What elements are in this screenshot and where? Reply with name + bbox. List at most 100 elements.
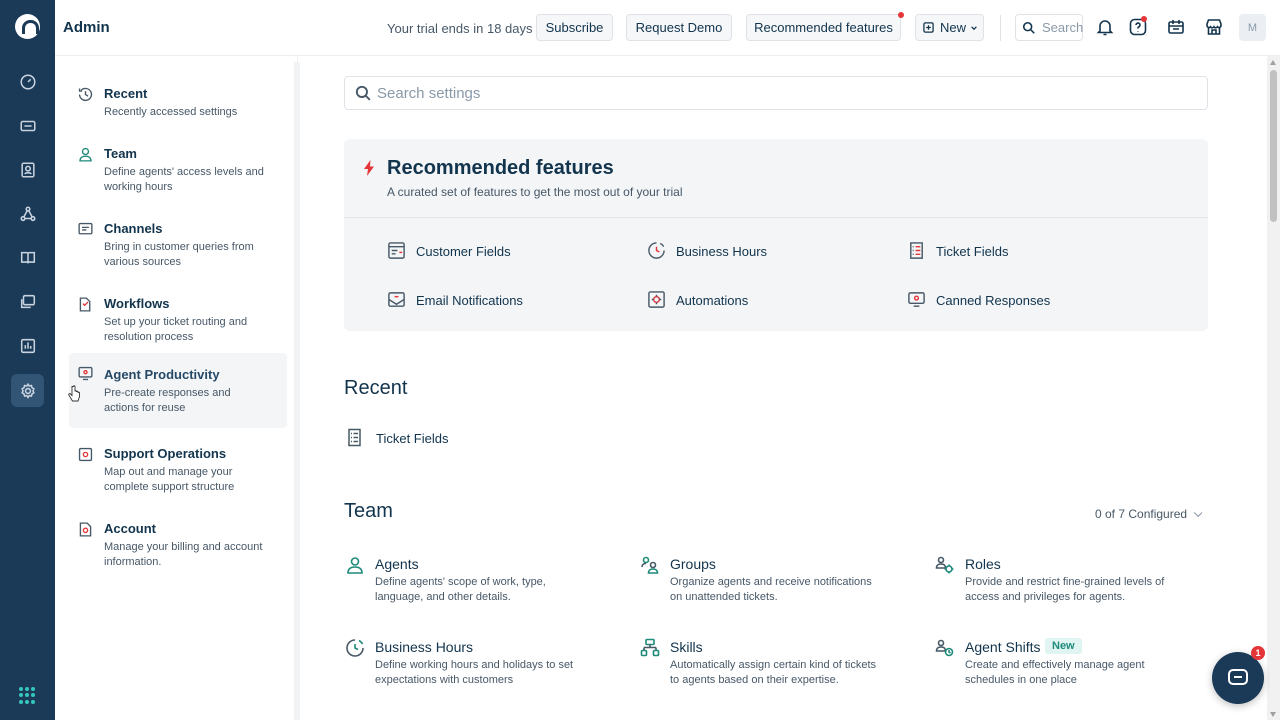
user-icon bbox=[79, 147, 92, 162]
team-item-title: Roles bbox=[965, 556, 1001, 572]
settings-nav-item-agent-productivity[interactable]: Agent Productivity Pre-create responses … bbox=[69, 353, 287, 428]
card-divider bbox=[344, 217, 1208, 218]
clock-icon bbox=[78, 87, 93, 102]
settings-nav-item-account[interactable]: Account Manage your billing and account … bbox=[69, 513, 287, 587]
settings-nav-desc: Set up your ticket routing and resolutio… bbox=[104, 316, 248, 343]
skills-icon bbox=[640, 638, 660, 657]
team-item-title: Business Hours bbox=[375, 639, 474, 655]
settings-nav-title: Team bbox=[104, 146, 137, 161]
contacts-icon[interactable] bbox=[11, 153, 44, 186]
link-label: Business Hours bbox=[676, 243, 768, 259]
settings-nav-title: Recent bbox=[104, 86, 148, 101]
new-dropdown-button[interactable]: New bbox=[915, 14, 984, 41]
recommended-link-automations[interactable]: Automations bbox=[647, 290, 748, 310]
productivity-icon bbox=[78, 366, 93, 381]
search-icon bbox=[1022, 21, 1035, 34]
settings-nav-title: Support Operations bbox=[104, 446, 227, 461]
team-item-title: Groups bbox=[670, 556, 716, 572]
settings-nav-item-team[interactable]: Team Define agents' access levels and wo… bbox=[69, 138, 287, 212]
settings-nav-desc: Bring in customer queries from various s… bbox=[104, 241, 254, 268]
recommended-link-business-hours[interactable]: Business Hours bbox=[647, 241, 767, 261]
business-hours-icon bbox=[648, 242, 665, 259]
team-item-desc: Define working hours and holidays to set… bbox=[375, 659, 574, 686]
product-updates-icon[interactable] bbox=[1165, 16, 1187, 38]
team-item-skills[interactable]: Skills Automatically assign certain kind… bbox=[640, 638, 880, 698]
configured-dropdown[interactable]: 0 of 7 Configured bbox=[1095, 507, 1203, 521]
groups-icon[interactable] bbox=[11, 197, 44, 230]
admin-settings-icon[interactable] bbox=[11, 374, 44, 407]
top-header: Admin Your trial ends in 18 days Subscri… bbox=[55, 0, 1280, 56]
app-switcher-icon[interactable] bbox=[19, 687, 36, 704]
ticket-fields-icon bbox=[910, 242, 923, 259]
chevron-down-icon bbox=[1193, 508, 1203, 518]
link-label: Canned Responses bbox=[936, 292, 1051, 308]
hand-cursor-icon bbox=[68, 385, 80, 402]
groups-icon bbox=[641, 556, 659, 574]
settings-nav-item-workflows[interactable]: Workflows Set up your ticket routing and… bbox=[69, 288, 287, 362]
recommended-link-ticket-fields[interactable]: Ticket Fields bbox=[907, 241, 1008, 261]
chat-bubble-icon bbox=[1228, 669, 1248, 685]
avatar[interactable]: M bbox=[1239, 14, 1266, 41]
operations-icon bbox=[78, 447, 93, 462]
settings-search-input[interactable]: Search settings bbox=[344, 76, 1208, 110]
forums-icon[interactable] bbox=[11, 285, 44, 318]
team-item-agents[interactable]: Agents Define agents' scope of work, typ… bbox=[345, 555, 585, 615]
settings-nav-desc: Pre-create responses and actions for reu… bbox=[104, 387, 231, 414]
team-item-title: Skills bbox=[670, 639, 703, 655]
account-icon bbox=[79, 522, 92, 537]
recommended-title: Recommended features bbox=[387, 157, 614, 179]
team-item-desc: Organize agents and receive notification… bbox=[670, 576, 872, 603]
helpdesk-logo-icon[interactable] bbox=[15, 14, 40, 39]
settings-nav-item-channels[interactable]: Channels Bring in customer queries from … bbox=[69, 213, 287, 287]
scroll-down-arrow-icon[interactable] bbox=[1270, 712, 1276, 717]
ticket-fields-icon bbox=[348, 428, 361, 447]
settings-nav-desc: Define agents' access levels and working… bbox=[104, 166, 264, 193]
search-icon bbox=[355, 85, 371, 101]
request-demo-button[interactable]: Request Demo bbox=[626, 14, 732, 41]
team-item-business-hours[interactable]: Business Hours Define working hours and … bbox=[345, 638, 585, 698]
recommended-link-canned-responses[interactable]: Canned Responses bbox=[907, 290, 1050, 310]
team-section-title: Team bbox=[344, 500, 393, 522]
recent-item-label: Ticket Fields bbox=[376, 430, 449, 446]
configured-count: 0 of 7 Configured bbox=[1095, 507, 1188, 521]
settings-nav-desc: Map out and manage your complete support… bbox=[104, 466, 235, 493]
plus-box-icon bbox=[923, 22, 934, 33]
canned-responses-icon bbox=[908, 292, 925, 307]
chat-badge: 1 bbox=[1251, 646, 1265, 660]
scroll-up-arrow-icon[interactable] bbox=[1270, 60, 1276, 65]
business-hours-icon bbox=[346, 639, 364, 657]
settings-nav-title: Agent Productivity bbox=[104, 367, 220, 382]
scrollbar-thumb[interactable] bbox=[1270, 70, 1277, 222]
team-item-desc: Provide and restrict fine-grained levels… bbox=[965, 576, 1165, 603]
dashboard-icon[interactable] bbox=[11, 65, 44, 98]
recommended-link-email-notifications[interactable]: Email Notifications bbox=[387, 290, 523, 310]
knowledge-base-icon[interactable] bbox=[11, 241, 44, 274]
recent-item-ticket-fields[interactable]: Ticket Fields bbox=[346, 428, 448, 448]
global-search-button[interactable]: Search bbox=[1015, 14, 1083, 41]
bell-icon[interactable] bbox=[1094, 16, 1116, 38]
settings-nav-title: Workflows bbox=[104, 296, 170, 311]
team-item-title: Agents bbox=[375, 556, 419, 572]
reports-icon[interactable] bbox=[11, 329, 44, 362]
team-item-groups[interactable]: Groups Organize agents and receive notif… bbox=[640, 555, 880, 615]
header-divider bbox=[1000, 15, 1001, 41]
settings-nav-title: Account bbox=[104, 521, 156, 536]
main-scrollbar[interactable] bbox=[1267, 56, 1280, 720]
trial-notice: Your trial ends in 18 days bbox=[387, 21, 533, 36]
recommended-link-customer-fields[interactable]: Customer Fields bbox=[387, 241, 511, 261]
settings-nav-item-support-operations[interactable]: Support Operations Map out and manage yo… bbox=[69, 438, 287, 512]
recommended-features-button[interactable]: Recommended features bbox=[746, 14, 901, 41]
settings-search-placeholder: Search settings bbox=[377, 84, 481, 102]
help-notification-dot bbox=[1141, 16, 1147, 22]
team-item-roles[interactable]: Roles Provide and restrict fine-grained … bbox=[935, 555, 1175, 615]
team-item-agent-shifts[interactable]: Agent Shifts New Create and effectively … bbox=[935, 638, 1175, 698]
link-label: Email Notifications bbox=[416, 292, 523, 308]
team-item-desc: Create and effectively manage agent sche… bbox=[965, 659, 1145, 686]
agent-shifts-icon bbox=[935, 639, 954, 657]
tickets-icon[interactable] bbox=[11, 109, 44, 142]
workflow-icon bbox=[79, 297, 91, 312]
marketplace-icon[interactable] bbox=[1203, 16, 1225, 38]
customer-fields-icon bbox=[388, 242, 405, 259]
subscribe-button[interactable]: Subscribe bbox=[536, 14, 613, 41]
bolt-icon bbox=[364, 160, 374, 176]
